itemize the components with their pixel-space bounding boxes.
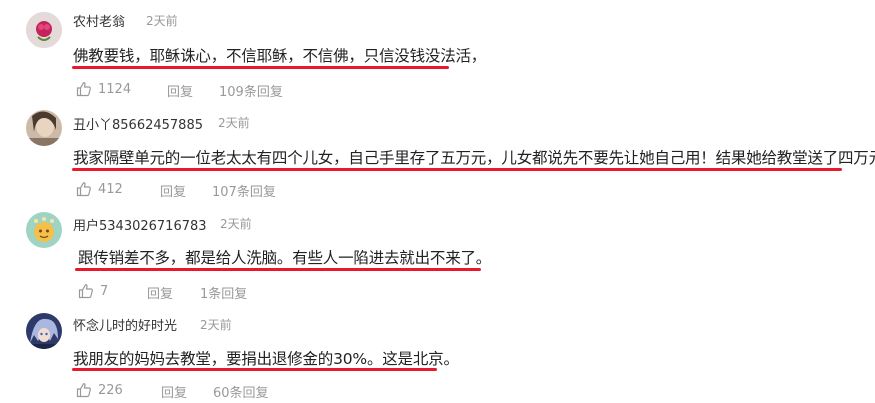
user-avatar[interactable] xyxy=(26,12,62,48)
highlight-underline xyxy=(75,268,481,271)
highlight-underline xyxy=(72,368,437,371)
user-avatar[interactable] xyxy=(26,110,62,146)
reply-button[interactable]: 回复 xyxy=(160,181,186,200)
portrait-icon xyxy=(26,110,62,146)
like-button[interactable]: 1124 xyxy=(76,81,131,97)
comment-actions: 226 回复 60条回复 xyxy=(0,382,875,401)
comment-text: 佛教要钱，耶稣诛心，不信耶稣，不信佛，只信没钱没法活， xyxy=(73,47,487,65)
reply-button[interactable]: 回复 xyxy=(161,382,187,401)
thumbs-up-icon xyxy=(78,284,93,299)
like-count: 7 xyxy=(100,283,109,299)
highlight-underline xyxy=(72,66,449,69)
rose-icon xyxy=(26,12,62,48)
default-avatar-icon xyxy=(26,212,62,248)
comment-text: 我家隔壁单元的一位老太太有四个儿女，自己手里存了五万元，儿女都说先不要先让她自己… xyxy=(73,149,875,167)
comment-actions: 412 回复 107条回复 xyxy=(0,181,875,200)
like-button[interactable]: 7 xyxy=(78,283,108,299)
anime-avatar-icon xyxy=(26,313,62,349)
like-button[interactable]: 412 xyxy=(76,181,123,197)
thumbs-up-icon xyxy=(76,383,91,398)
comment-actions: 1124 回复 109条回复 xyxy=(0,81,875,100)
comment-actions: 7 回复 1条回复 xyxy=(0,283,875,302)
comment-text: 我朋友的妈妈去教堂，要捐出退修金的30%。这是北京。 xyxy=(73,350,459,368)
timestamp: 2天前 xyxy=(218,116,250,130)
like-count: 226 xyxy=(98,382,123,398)
comment-item: 农村老翁 2天前 佛教要钱，耶稣诛心，不信耶稣，不信佛，只信没钱没法活， 112… xyxy=(0,0,875,100)
user-avatar[interactable] xyxy=(26,313,62,349)
highlight-underline xyxy=(72,168,842,171)
comment-item: 用户5343026716783 2天前 跟传销差不多，都是给人洗脑。有些人一陷进… xyxy=(0,200,875,305)
username[interactable]: 丑小丫85662457885 xyxy=(73,114,203,133)
view-replies-button[interactable]: 1条回复 xyxy=(200,283,247,302)
comment-text: 跟传销差不多，都是给人洗脑。有些人一陷进去就出不来了。 xyxy=(78,249,492,267)
comment-item: 丑小丫85662457885 2天前 我家隔壁单元的一位老太太有四个儿女，自己手… xyxy=(0,100,875,200)
user-avatar[interactable] xyxy=(26,212,62,248)
timestamp: 2天前 xyxy=(146,14,178,28)
username[interactable]: 农村老翁 xyxy=(73,11,125,30)
timestamp: 2天前 xyxy=(220,217,252,231)
username[interactable]: 怀念儿时的好时光 xyxy=(73,315,177,334)
reply-button[interactable]: 回复 xyxy=(167,81,193,100)
thumbs-up-icon xyxy=(76,182,91,197)
view-replies-button[interactable]: 109条回复 xyxy=(219,81,283,100)
reply-button[interactable]: 回复 xyxy=(147,283,173,302)
view-replies-button[interactable]: 107条回复 xyxy=(212,181,276,200)
timestamp: 2天前 xyxy=(200,318,232,332)
view-replies-button[interactable]: 60条回复 xyxy=(213,382,269,401)
thumbs-up-icon xyxy=(76,82,91,97)
comment-item: 怀念儿时的好时光 2天前 我朋友的妈妈去教堂，要捐出退修金的30%。这是北京。 … xyxy=(0,305,875,403)
username[interactable]: 用户5343026716783 xyxy=(73,215,207,234)
like-button[interactable]: 226 xyxy=(76,382,123,398)
like-count: 412 xyxy=(98,181,123,197)
like-count: 1124 xyxy=(98,81,132,97)
